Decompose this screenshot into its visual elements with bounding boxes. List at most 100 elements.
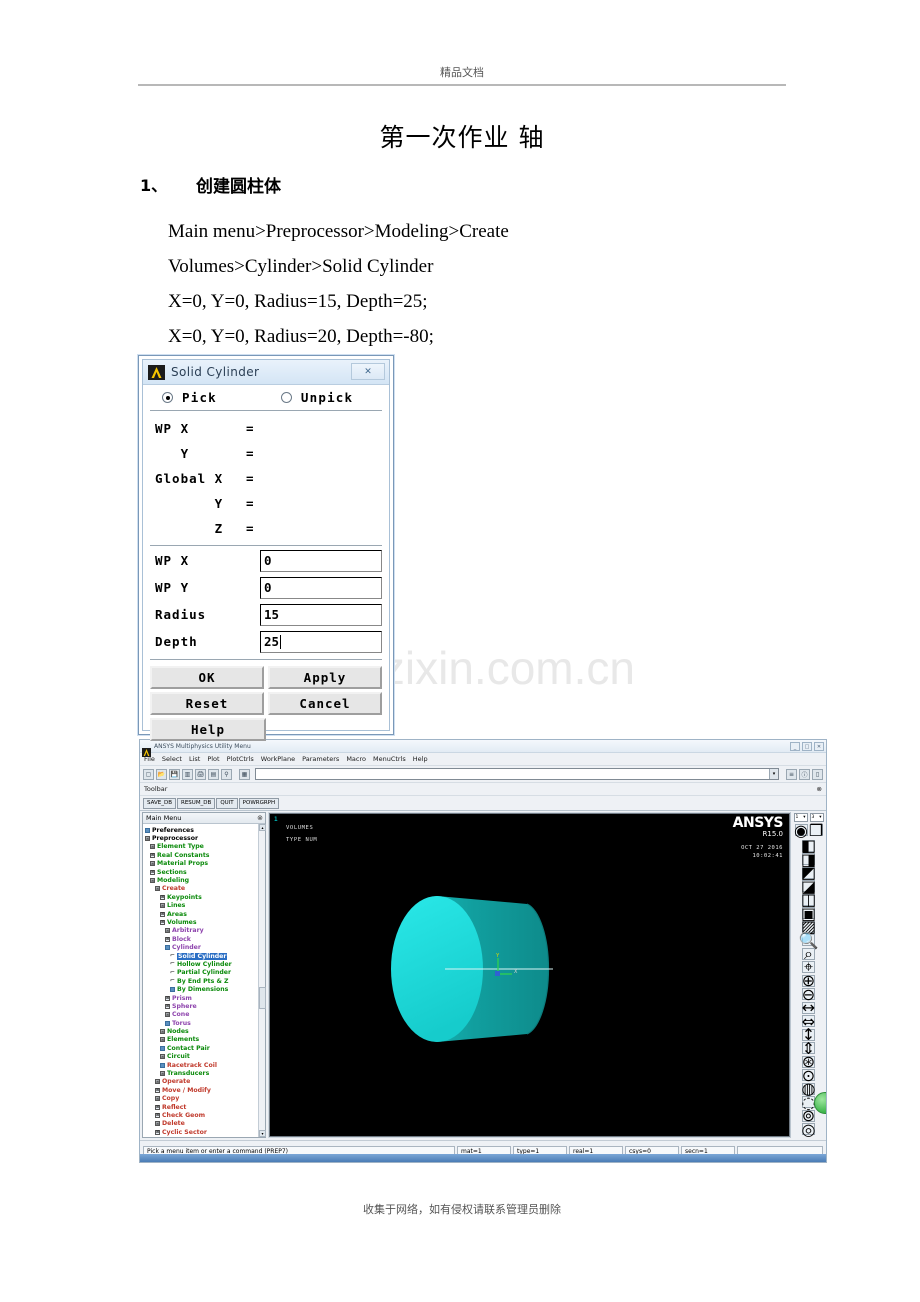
scroll-thumb[interactable]: [259, 986, 266, 1009]
tree-expand-icon[interactable]: ⊞: [155, 1129, 160, 1135]
powrgrph-button[interactable]: POWRGRPH: [238, 797, 280, 809]
tree-leaf-icon[interactable]: ⌐: [170, 961, 175, 967]
tree-expand-icon[interactable]: ⊞: [165, 936, 170, 942]
new-file-icon[interactable]: ▢: [143, 768, 154, 780]
tree-item[interactable]: ⊞ Check Geom: [145, 1111, 265, 1119]
tree-item[interactable]: ⊞ Modeling: [145, 876, 265, 884]
menu-item-menuctrls[interactable]: MenuCtrls: [373, 755, 406, 763]
tree-expand-icon[interactable]: ⊞: [160, 1029, 165, 1035]
wp-y-input[interactable]: 0: [260, 576, 382, 599]
tree-item[interactable]: ⊞ Transducers: [145, 1069, 265, 1077]
image-icon[interactable]: ▤: [208, 768, 219, 780]
minimize-icon[interactable]: _: [790, 742, 800, 751]
menu-item-macro[interactable]: Macro: [346, 755, 366, 763]
tree-item[interactable]: Contact Pair: [145, 1044, 265, 1052]
close-icon[interactable]: ✕: [814, 742, 824, 751]
quit-button[interactable]: QUIT: [216, 797, 238, 809]
tree-item[interactable]: ⊞ Keypoints: [145, 893, 265, 901]
tree-expand-icon[interactable]: ⊞: [160, 903, 165, 909]
tree-expand-icon[interactable]: ⊞: [160, 1037, 165, 1043]
contour-icon[interactable]: ≡: [786, 768, 797, 780]
tree-expand-icon[interactable]: ⊞: [160, 1071, 165, 1077]
tree-expand-icon[interactable]: ⊞: [160, 911, 165, 917]
scroll-up-icon[interactable]: ▴: [259, 824, 266, 831]
chevron-down-icon[interactable]: ▾: [769, 769, 778, 779]
query-icon[interactable]: ⓘ: [799, 768, 810, 780]
tree-leaf-icon[interactable]: ⌐: [170, 978, 175, 984]
tree-item[interactable]: ⊞ Volumes: [145, 918, 265, 926]
unpick-radio[interactable]: [280, 392, 292, 403]
tree-item[interactable]: ⊞ Lines: [145, 902, 265, 910]
tree-item[interactable]: ⊞ Sphere: [145, 1002, 265, 1010]
tree-item[interactable]: ⊞ Block: [145, 935, 265, 943]
tree-expand-icon[interactable]: ⊞: [155, 1096, 160, 1102]
tree-expand-icon[interactable]: ⊞: [155, 1079, 160, 1085]
tree-item[interactable]: Preferences: [145, 826, 265, 834]
tree-item[interactable]: ⊞ Create: [145, 885, 265, 893]
tree-expand-icon[interactable]: ⊞: [150, 878, 155, 884]
tree-item[interactable]: ⊞ Material Props: [145, 860, 265, 868]
menu-item-select[interactable]: Select: [162, 755, 182, 763]
tree-item[interactable]: ⊞ Sections: [145, 868, 265, 876]
tree-scrollbar[interactable]: ▴ ▾: [258, 824, 266, 1137]
cancel-button[interactable]: Cancel: [268, 692, 382, 715]
tree-expand-icon[interactable]: ⊞: [150, 869, 155, 875]
menu-item-workplane[interactable]: WorkPlane: [261, 755, 295, 763]
tree-node-filled-icon[interactable]: [165, 1020, 170, 1026]
open-file-icon[interactable]: 📂: [156, 768, 167, 780]
resum-db-button[interactable]: RESUM_DB: [177, 797, 216, 809]
tree-item[interactable]: ⊞ Elements: [145, 1036, 265, 1044]
toolbar-pin-icon[interactable]: ⊗: [817, 785, 822, 793]
tree-item[interactable]: ⊞ Arbitrary: [145, 927, 265, 935]
apply-button[interactable]: Apply: [268, 666, 382, 689]
depth-input[interactable]: 25: [260, 630, 382, 653]
tree-expand-icon[interactable]: ⊞: [145, 836, 150, 842]
tree-item[interactable]: ⊞ Move / Modify: [145, 1086, 265, 1094]
tree-node-filled-icon[interactable]: [145, 827, 150, 833]
maximize-icon[interactable]: □: [802, 742, 812, 751]
tree-item[interactable]: ⌐ Solid Cylinder: [145, 952, 265, 960]
command-input[interactable]: ▾: [255, 768, 779, 780]
tree-item[interactable]: By Dimensions: [145, 985, 265, 993]
save-db-button[interactable]: SAVE_DB: [143, 797, 176, 809]
menu-item-list[interactable]: List: [189, 755, 200, 763]
save-icon[interactable]: 💾: [169, 768, 180, 780]
tree-item[interactable]: Torus: [145, 1019, 265, 1027]
tree-item[interactable]: Cylinder: [145, 943, 265, 951]
tree-node-filled-icon[interactable]: [165, 945, 170, 951]
menu-item-parameters[interactable]: Parameters: [302, 755, 339, 763]
tree-item[interactable]: ⊞ Copy: [145, 1095, 265, 1103]
tree-item[interactable]: ⌐ Hollow Cylinder: [145, 960, 265, 968]
results-icon[interactable]: ▯: [812, 768, 823, 780]
tree-expand-icon[interactable]: ⊞: [155, 1104, 160, 1110]
radius-input[interactable]: 15: [260, 603, 382, 626]
tree-item[interactable]: ⊞ Circuit: [145, 1053, 265, 1061]
tree-expand-icon[interactable]: ⊞: [150, 844, 155, 850]
tree-expand-icon[interactable]: ⊞: [165, 928, 170, 934]
tree-item[interactable]: ⊞ Prism: [145, 994, 265, 1002]
tree-item[interactable]: ⊞ Real Constants: [145, 851, 265, 859]
tree-expand-icon[interactable]: ⊞: [160, 919, 165, 925]
ok-button[interactable]: OK: [150, 666, 264, 689]
close-icon[interactable]: ✕: [351, 363, 385, 380]
help-button[interactable]: Help: [150, 718, 266, 741]
scroll-down-icon[interactable]: ▾: [259, 1130, 266, 1137]
tree-node-filled-icon[interactable]: [170, 987, 175, 993]
print-icon[interactable]: 🖨: [195, 768, 206, 780]
reset-view-icon[interactable]: ◎: [802, 1120, 816, 1139]
reset-button[interactable]: Reset: [150, 692, 264, 715]
pin-icon[interactable]: ⚲: [221, 768, 232, 780]
menu-item-plotctrls[interactable]: PlotCtrls: [227, 755, 254, 763]
tree-item[interactable]: ⊞ Preprocessor: [145, 834, 265, 842]
tree-item[interactable]: ⌐ Partial Cylinder: [145, 969, 265, 977]
tree-expand-icon[interactable]: ⊞: [165, 1003, 170, 1009]
report-icon[interactable]: ▥: [182, 768, 193, 780]
tree-expand-icon[interactable]: ⊞: [155, 886, 160, 892]
tree-expand-icon[interactable]: ⊞: [155, 1121, 160, 1127]
tree-item[interactable]: ⊞ Element Type: [145, 843, 265, 851]
tree-item[interactable]: ⊞ Delete: [145, 1120, 265, 1128]
tree-expand-icon[interactable]: ⊞: [165, 1012, 170, 1018]
tree-expand-icon[interactable]: ⊞: [165, 995, 170, 1001]
tree-item[interactable]: Genl plane strn: [145, 1136, 265, 1137]
tree-node-filled-icon[interactable]: [160, 1045, 165, 1051]
